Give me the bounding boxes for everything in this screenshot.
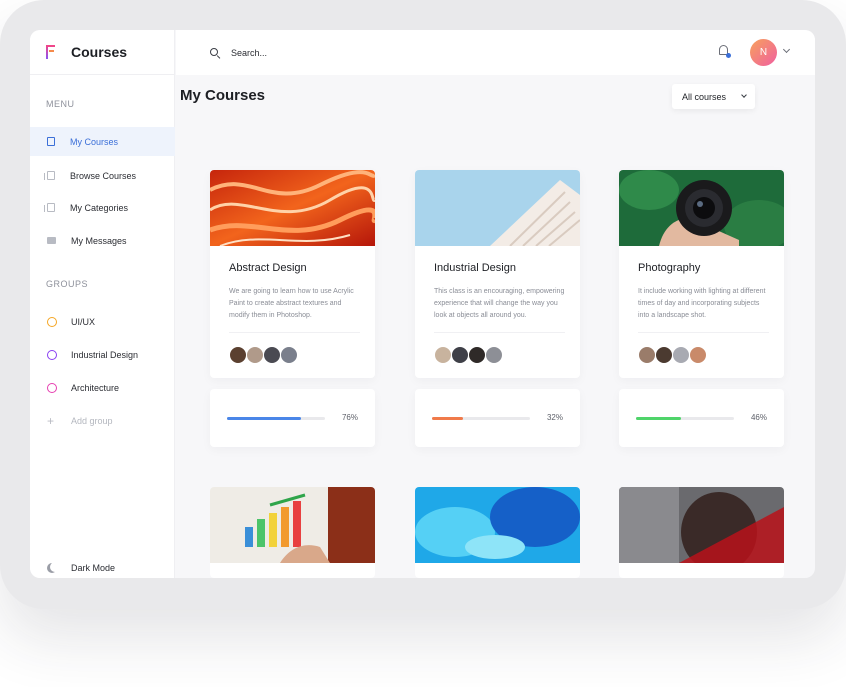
stack-icon: [44, 203, 55, 212]
progress-percent: 46%: [750, 413, 767, 422]
sidebar-item-label: My Messages: [71, 235, 127, 246]
logo-icon: [46, 45, 55, 59]
mail-icon: [47, 237, 56, 244]
search-input[interactable]: [231, 44, 531, 62]
search-icon: [210, 48, 218, 56]
sidebar-item-my-categories[interactable]: My Categories: [30, 193, 175, 222]
sidebar: Courses MENU My Courses Browse Courses M…: [30, 30, 175, 578]
divider: [638, 332, 769, 333]
course-image: [619, 170, 784, 246]
course-title: Industrial Design: [434, 262, 516, 274]
avatar: [280, 346, 298, 364]
avatar: [638, 346, 656, 364]
divider: [229, 332, 360, 333]
group-color-dot: [47, 382, 57, 393]
sidebar-item-my-courses[interactable]: My Courses: [30, 127, 175, 156]
course-image: [210, 487, 375, 563]
page-title: My Courses: [180, 87, 266, 104]
group-color-dot: [47, 349, 57, 360]
avatar: [468, 346, 486, 364]
book-icon: [47, 137, 55, 146]
sidebar-item-label: Browse Courses: [70, 170, 137, 181]
member-avatars: [229, 346, 298, 364]
top-bar: N: [176, 30, 815, 75]
brand: Courses: [30, 30, 174, 75]
member-avatars: [434, 346, 503, 364]
app-title: Courses: [71, 44, 128, 60]
progress-bar: [636, 417, 734, 420]
progress-bar: [227, 417, 325, 420]
course-title: Abstract Design: [229, 262, 307, 274]
group-label: Architecture: [71, 382, 120, 393]
course-image: [210, 170, 375, 246]
avatar: [672, 346, 690, 364]
dark-mode-toggle[interactable]: Dark Mode: [30, 553, 175, 578]
menu-section-title: MENU: [46, 99, 75, 109]
avatar: [246, 346, 264, 364]
course-card-photography[interactable]: Photography It include working with ligh…: [619, 170, 784, 378]
dark-mode-label: Dark Mode: [71, 562, 116, 573]
progress-bar: [432, 417, 530, 420]
course-card-portrait[interactable]: [619, 487, 784, 578]
notification-dot: [726, 53, 731, 58]
course-image: [415, 170, 580, 246]
sidebar-group-ui-ux[interactable]: UI/UX: [30, 307, 175, 336]
course-card-industrial-design[interactable]: Industrial Design This class is an encou…: [415, 170, 580, 378]
avatar: [229, 346, 247, 364]
screen-bottom-bezel: [175, 578, 815, 588]
member-avatars: [638, 346, 707, 364]
group-color-dot: [47, 316, 57, 327]
add-group-button[interactable]: + Add group: [30, 406, 175, 435]
progress-percent: 32%: [546, 413, 563, 422]
sidebar-item-my-messages[interactable]: My Messages: [30, 226, 175, 255]
course-card-abstract-design[interactable]: Abstract Design We are going to learn ho…: [210, 170, 375, 378]
course-image: [619, 487, 784, 563]
avatar-initial: N: [759, 47, 768, 58]
group-label: UI/UX: [71, 316, 96, 327]
course-title: Photography: [638, 262, 701, 274]
avatar: [655, 346, 673, 364]
progress-percent: 76%: [341, 413, 358, 422]
filter-value: All courses: [682, 91, 727, 102]
sidebar-item-label: My Courses: [70, 136, 119, 147]
progress-fill: [636, 417, 682, 420]
user-avatar[interactable]: N: [750, 39, 777, 66]
sidebar-item-label: My Categories: [70, 202, 129, 213]
sidebar-group-industrial-design[interactable]: Industrial Design: [30, 340, 175, 369]
avatar: [451, 346, 469, 364]
course-description: We are going to learn how to use Acrylic…: [229, 288, 354, 319]
groups-section-title: GROUPS: [46, 279, 89, 289]
add-group-label: Add group: [71, 415, 113, 426]
course-description: This class is an encouraging, empowering…: [434, 288, 565, 319]
group-label: Industrial Design: [71, 349, 139, 360]
course-card-fluid-art[interactable]: [415, 487, 580, 578]
course-progress-card: 76%: [210, 389, 375, 447]
course-image: [415, 487, 580, 563]
moon-icon: [47, 563, 57, 573]
course-progress-card: 46%: [619, 389, 784, 447]
chevron-down-icon[interactable]: [782, 45, 791, 54]
course-progress-card: 32%: [415, 389, 580, 447]
divider: [434, 332, 565, 333]
plus-icon: +: [47, 413, 55, 428]
avatar: [689, 346, 707, 364]
chevron-down-icon: [741, 92, 747, 98]
course-filter-select[interactable]: All courses: [672, 84, 755, 109]
progress-fill: [227, 417, 302, 420]
sidebar-group-architecture[interactable]: Architecture: [30, 373, 175, 402]
progress-fill: [432, 417, 464, 420]
course-description: It include working with lighting at diff…: [638, 288, 766, 319]
avatar: [263, 346, 281, 364]
sidebar-item-browse-courses[interactable]: Browse Courses: [30, 161, 175, 190]
avatar: [434, 346, 452, 364]
stack-icon: [44, 171, 55, 180]
course-card-business-charts[interactable]: [210, 487, 375, 578]
avatar: [485, 346, 503, 364]
